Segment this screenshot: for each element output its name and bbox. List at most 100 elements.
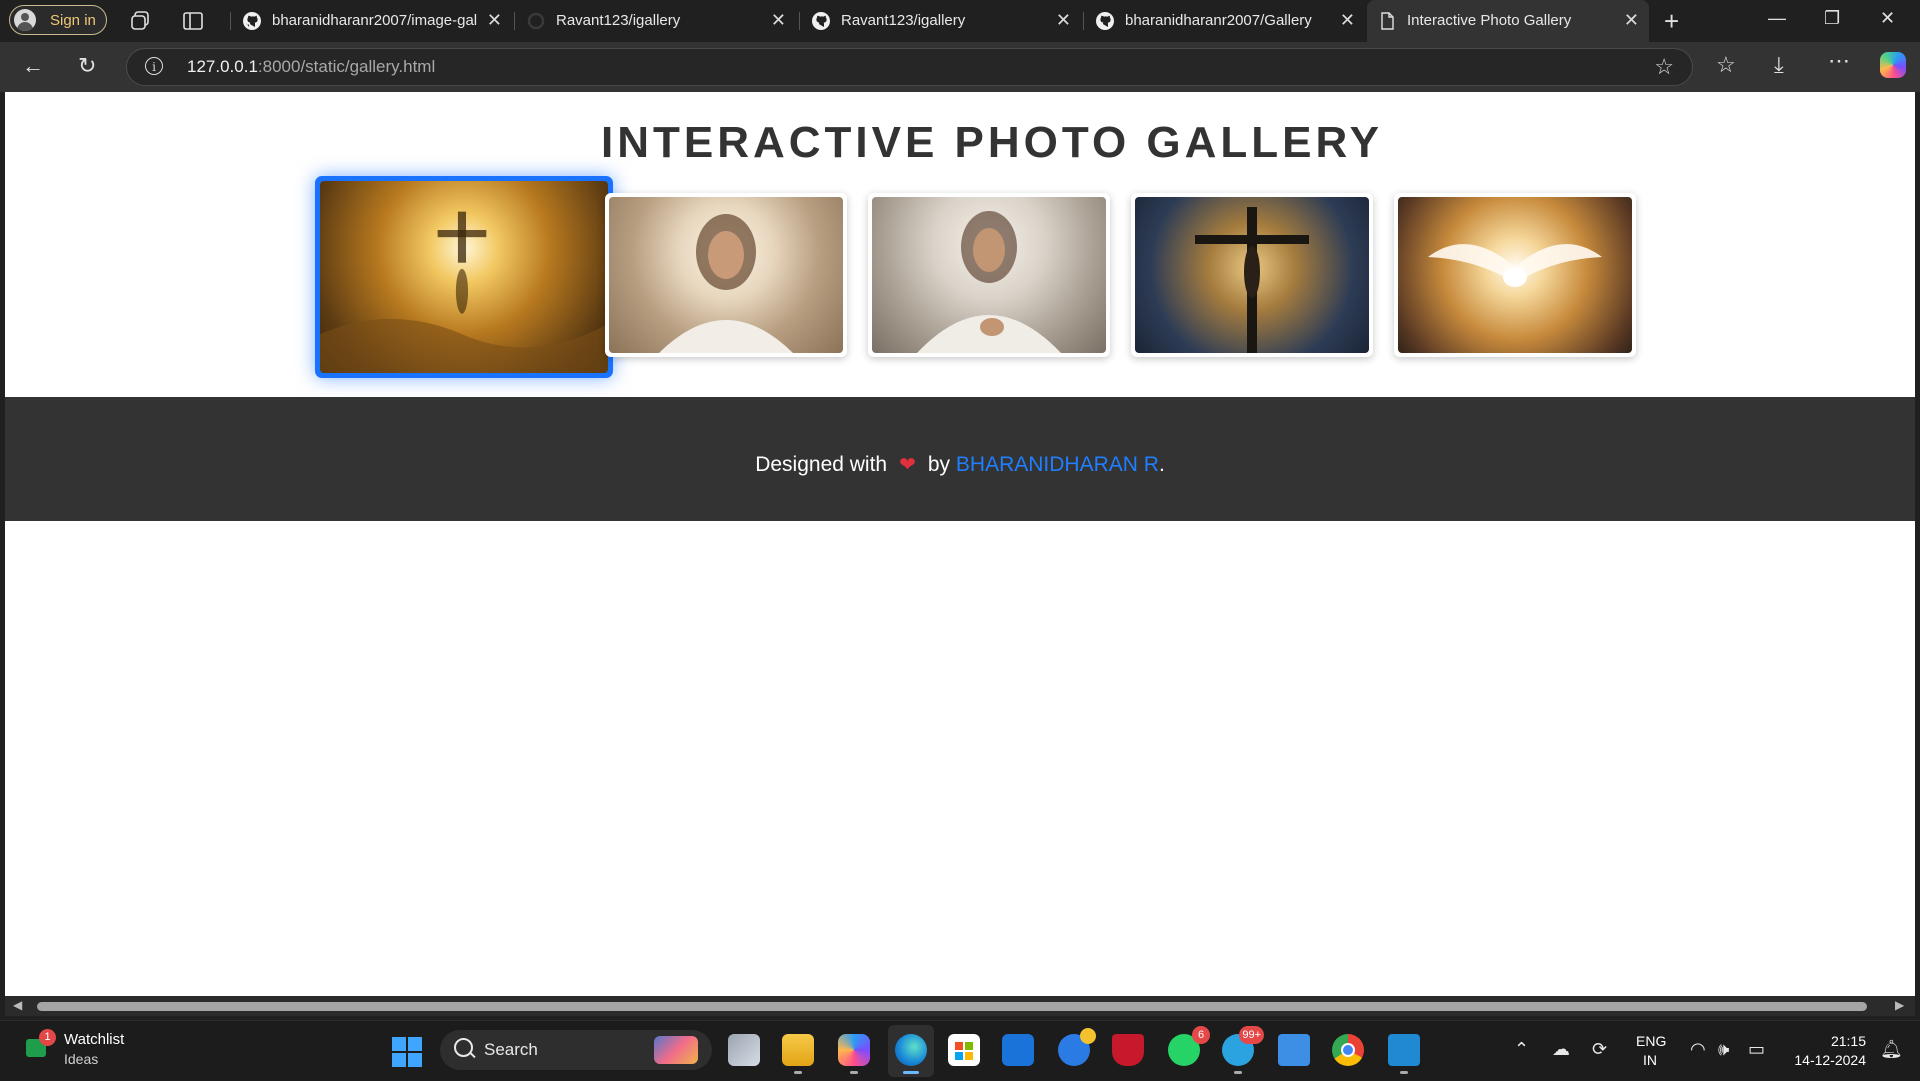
footer-credit: Designed with ❤ by BHARANIDHARAN R.: [5, 452, 1915, 477]
minimize-icon[interactable]: —: [1768, 8, 1786, 29]
downloads-icon[interactable]: ⤓: [1774, 52, 1784, 78]
show-hidden-icons-chevron-icon[interactable]: ⌃: [1514, 1039, 1529, 1060]
cross-in-clouds-image: [320, 181, 608, 373]
url-text: 127.0.0.1:8000/static/gallery.html: [187, 57, 435, 77]
task-view-icon[interactable]: [728, 1034, 760, 1066]
workspaces-icon[interactable]: [129, 9, 153, 33]
start-button-windows-icon[interactable]: [392, 1037, 422, 1067]
clock-time[interactable]: 21:15: [1822, 1033, 1866, 1049]
cross-icon: [320, 211, 608, 373]
tab-title: Ravant123/igallery: [841, 12, 966, 29]
tab-separator: [230, 12, 231, 30]
url-path: :8000/static/gallery.html: [257, 57, 436, 76]
mcafee-icon[interactable]: [1112, 1034, 1144, 1066]
file-explorer-icon[interactable]: [782, 1034, 814, 1074]
dove-icon: [1428, 244, 1602, 287]
portrait-halo-image: [609, 197, 843, 353]
tab-title: bharanidharanr2007/image-gal: [272, 12, 477, 29]
more-menu-icon[interactable]: ⋯: [1828, 48, 1850, 74]
notepad-icon[interactable]: [1278, 1034, 1310, 1066]
tab-separator: [514, 12, 515, 30]
gallery-image-5[interactable]: [1394, 193, 1636, 357]
whatsapp-badge: 6: [1192, 1026, 1210, 1044]
gallery-image-2[interactable]: [605, 193, 847, 357]
tab-1[interactable]: bharanidharanr2007/image-gal ✕: [232, 0, 512, 42]
tab-2[interactable]: Ravant123/igallery ✕: [516, 0, 796, 42]
footer-by: by: [927, 453, 951, 476]
close-window-icon[interactable]: ✕: [1880, 8, 1895, 29]
page-icon: [1381, 12, 1394, 30]
volume-icon[interactable]: 🕪: [1718, 1039, 1729, 1060]
edge-browser-icon[interactable]: [895, 1034, 927, 1074]
whatsapp-icon[interactable]: 6: [1168, 1026, 1210, 1066]
chrome-icon[interactable]: [1332, 1034, 1364, 1066]
vscode-icon[interactable]: [1388, 1034, 1420, 1074]
portrait-heart-image: [872, 197, 1106, 353]
notifications-bell-icon[interactable]: 🔔︎: [1880, 1039, 1903, 1060]
sign-in-button[interactable]: Sign in: [9, 5, 107, 35]
microsoft-store-icon[interactable]: [948, 1034, 980, 1066]
sign-in-label: Sign in: [50, 12, 96, 29]
tab-separator: [799, 12, 800, 30]
watchlist-widget-icon[interactable]: 1: [24, 1029, 56, 1061]
telegram-badge: 99+: [1239, 1026, 1264, 1044]
scroll-left-arrow-icon[interactable]: ◀: [13, 998, 22, 1012]
crucifix-icon: [1195, 207, 1309, 353]
clock-date[interactable]: 14-12-2024: [1788, 1052, 1866, 1068]
copilot-icon[interactable]: [1880, 52, 1906, 78]
github-icon: [243, 12, 261, 30]
loading-icon: [527, 12, 545, 30]
footer-prefix: Designed with: [755, 453, 888, 476]
scrollbar-thumb[interactable]: [37, 1002, 1867, 1011]
onedrive-icon[interactable]: ☁: [1552, 1039, 1570, 1060]
telegram-icon[interactable]: 99+: [1222, 1026, 1264, 1074]
search-icon: [454, 1038, 473, 1057]
language-indicator[interactable]: ENG: [1636, 1033, 1666, 1049]
help-icon[interactable]: [1058, 1028, 1096, 1066]
author-link[interactable]: BHARANIDHARAN R: [956, 453, 1159, 476]
footer-suffix: .: [1158, 453, 1165, 476]
sync-icon[interactable]: ⟳: [1592, 1039, 1607, 1060]
back-arrow-icon[interactable]: ←: [22, 53, 44, 79]
tab-title: bharanidharanr2007/Gallery: [1125, 12, 1312, 29]
refresh-icon[interactable]: ↻: [78, 53, 96, 79]
widget-title[interactable]: Watchlist: [64, 1031, 124, 1048]
favorite-star-icon[interactable]: ☆: [1654, 54, 1674, 80]
page-title: INTERACTIVE PHOTO GALLERY: [600, 118, 1384, 167]
close-tab-icon[interactable]: ✕: [1624, 10, 1639, 31]
site-info-icon[interactable]: i: [145, 57, 163, 75]
page-footer: Designed with ❤ by BHARANIDHARAN R.: [5, 397, 1915, 521]
github-icon: [1096, 12, 1114, 30]
tab-title: Interactive Photo Gallery: [1407, 12, 1572, 29]
close-tab-icon[interactable]: ✕: [1340, 10, 1355, 31]
copilot-app-icon[interactable]: [838, 1034, 870, 1074]
url-host: 127.0.0.1: [187, 57, 258, 76]
restore-icon[interactable]: ❐: [1824, 8, 1840, 29]
tab-3[interactable]: Ravant123/igallery ✕: [801, 0, 1081, 42]
myhp-icon[interactable]: [1002, 1034, 1034, 1066]
browser-toolbar: ← ↻ i 127.0.0.1:8000/static/gallery.html…: [0, 42, 1920, 92]
scroll-right-arrow-icon[interactable]: ▶: [1895, 998, 1904, 1012]
tab-5-active[interactable]: Interactive Photo Gallery ✕: [1367, 0, 1649, 42]
crucifix-image: [1135, 197, 1369, 353]
search-highlight-image: [654, 1036, 698, 1064]
close-tab-icon[interactable]: ✕: [487, 10, 502, 31]
vertical-tabs-icon[interactable]: [181, 9, 205, 33]
gallery-image-1[interactable]: [315, 176, 613, 378]
horizontal-scrollbar[interactable]: ◀ ▶: [5, 996, 1915, 1016]
address-bar[interactable]: i 127.0.0.1:8000/static/gallery.html ☆: [126, 48, 1693, 86]
gallery-image-3[interactable]: [868, 193, 1110, 357]
wifi-icon[interactable]: ◠: [1690, 1039, 1706, 1060]
tab-4[interactable]: bharanidharanr2007/Gallery ✕: [1085, 0, 1365, 42]
taskbar-search[interactable]: Search: [440, 1030, 712, 1070]
new-tab-plus-icon[interactable]: +: [1664, 6, 1679, 37]
close-tab-icon[interactable]: ✕: [771, 10, 786, 31]
favorites-icon[interactable]: ☆: [1716, 52, 1736, 78]
battery-icon[interactable]: ▭: [1748, 1039, 1765, 1060]
gallery-image-4[interactable]: [1131, 193, 1373, 357]
close-tab-icon[interactable]: ✕: [1056, 10, 1071, 31]
dove-image: [1398, 197, 1632, 353]
widget-badge: 1: [39, 1029, 56, 1046]
region-indicator: IN: [1643, 1052, 1657, 1068]
page-viewport: INTERACTIVE PHOTO GALLERY Designed with …: [5, 92, 1915, 996]
